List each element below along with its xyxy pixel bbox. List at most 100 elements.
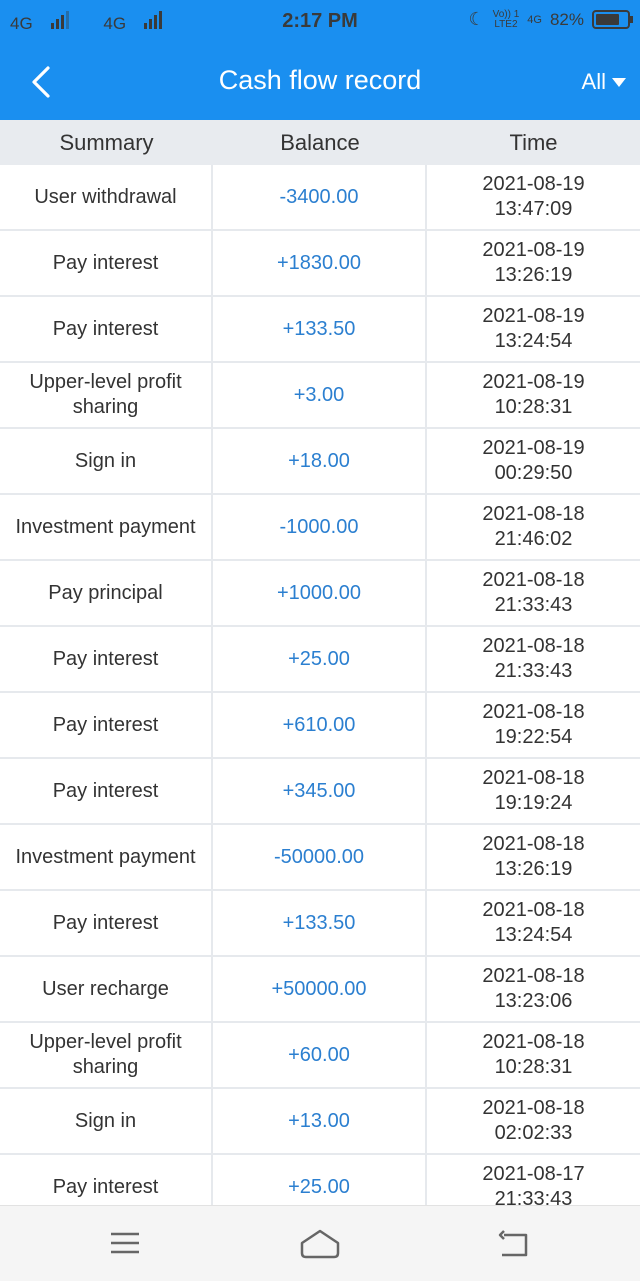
record-date: 2021-08-18: [482, 503, 585, 525]
table-row[interactable]: Pay interest +345.00 2021-08-18 19:19:24: [0, 759, 640, 825]
summary-cell: Investment payment: [0, 825, 213, 889]
record-date: 2021-08-19: [482, 305, 585, 327]
table-row[interactable]: Investment payment -1000.00 2021-08-18 21:4…: [0, 495, 640, 561]
summary-cell: User recharge: [0, 957, 213, 1021]
record-date: 2021-08-18: [482, 767, 585, 789]
back-icon[interactable]: [492, 1223, 536, 1263]
table-row[interactable]: Pay interest +25.00 2021-08-18 21:33:43: [0, 627, 640, 693]
menu-icon[interactable]: [103, 1223, 147, 1263]
moon-icon: ☾: [468, 9, 485, 29]
record-clock: 19:19:24: [494, 792, 573, 814]
record-date: 2021-08-19: [482, 239, 585, 261]
balance-cell: +1000.00: [213, 561, 427, 625]
record-date: 2021-08-18: [482, 1031, 585, 1053]
record-clock: 21:33:43: [494, 1188, 573, 1205]
summary-cell: Pay interest: [0, 297, 213, 361]
record-date: 2021-08-18: [482, 833, 585, 855]
system-nav-bar: [0, 1205, 640, 1281]
summary-cell: Pay interest: [0, 231, 213, 295]
record-date: 2021-08-18: [482, 701, 585, 723]
summary-cell: Upper-level profit sharing: [0, 363, 213, 427]
balance-cell: +60.00: [213, 1023, 427, 1087]
summary-cell: Investment payment: [0, 495, 213, 559]
status-bar: 4G 4G 2:17 PM ☾ Vo)) 1 LTE2 4G 82%: [0, 0, 640, 44]
time-cell: 2021-08-18 19:19:24: [427, 759, 640, 823]
time-cell: 2021-08-18 21:46:02: [427, 495, 640, 559]
balance-cell: +345.00: [213, 759, 427, 823]
time-cell: 2021-08-19 00:29:50: [427, 429, 640, 493]
record-clock: 13:47:09: [494, 198, 573, 220]
balance-cell: +50000.00: [213, 957, 427, 1021]
time-cell: 2021-08-19 13:26:19: [427, 231, 640, 295]
summary-cell: Pay interest: [0, 759, 213, 823]
table-row[interactable]: Upper-level profit sharing +3.00 2021-08-1…: [0, 363, 640, 429]
table-row[interactable]: Pay principal +1000.00 2021-08-18 21:33:43: [0, 561, 640, 627]
record-clock: 13:24:54: [494, 924, 573, 946]
balance-cell: +18.00: [213, 429, 427, 493]
table-row[interactable]: Pay interest +25.00 2021-08-17 21:33:43: [0, 1155, 640, 1205]
balance-cell: +25.00: [213, 627, 427, 691]
time-cell: 2021-08-19 13:24:54: [427, 297, 640, 361]
balance-cell: +25.00: [213, 1155, 427, 1205]
record-clock: 13:26:19: [494, 858, 573, 880]
table-header: Summary Balance Time: [0, 120, 640, 165]
battery-icon: [592, 10, 633, 29]
status-icons: ☾ Vo)) 1 LTE2 4G 82%: [468, 9, 633, 30]
table-row[interactable]: User recharge +50000.00 2021-08-18 13:23:06: [0, 957, 640, 1023]
table-row[interactable]: Pay interest +610.00 2021-08-18 19:22:54: [0, 693, 640, 759]
record-date: 2021-08-19: [482, 173, 585, 195]
battery-fill: [596, 14, 619, 25]
balance-cell: +610.00: [213, 693, 427, 757]
table-row[interactable]: Upper-level profit sharing +60.00 2021-08-…: [0, 1023, 640, 1089]
time-cell: 2021-08-18 13:24:54: [427, 891, 640, 955]
record-clock: 10:28:31: [494, 396, 573, 418]
lte-label: LTE2: [494, 18, 518, 30]
balance-cell: +3.00: [213, 363, 427, 427]
volte-indicator: Vo)) 1 LTE2: [493, 9, 520, 30]
summary-cell: Pay interest: [0, 693, 213, 757]
filter-dropdown[interactable]: All: [582, 69, 626, 95]
record-clock: 13:23:06: [494, 990, 573, 1012]
record-date: 2021-08-19: [482, 371, 585, 393]
time-cell: 2021-08-18 13:23:06: [427, 957, 640, 1021]
time-cell: 2021-08-18 10:28:31: [427, 1023, 640, 1087]
time-cell: 2021-08-17 21:33:43: [427, 1155, 640, 1205]
balance-cell: -1000.00: [213, 495, 427, 559]
records-list[interactable]: User withdrawal -3400.00 2021-08-19 13:47:0…: [0, 165, 640, 1205]
time-cell: 2021-08-18 19:22:54: [427, 693, 640, 757]
table-row[interactable]: Pay interest +1830.00 2021-08-19 13:26:19: [0, 231, 640, 297]
balance-cell: -3400.00: [213, 165, 427, 229]
balance-cell: +133.50: [213, 297, 427, 361]
summary-cell: User withdrawal: [0, 165, 213, 229]
record-clock: 00:29:50: [494, 462, 573, 484]
summary-cell: Pay interest: [0, 1155, 213, 1205]
summary-cell: Sign in: [0, 1089, 213, 1153]
caret-down-icon: [612, 77, 626, 87]
summary-cell: Upper-level profit sharing: [0, 1023, 213, 1087]
table-row[interactable]: Sign in +13.00 2021-08-18 02:02:33: [0, 1089, 640, 1155]
table-row[interactable]: Pay interest +133.50 2021-08-18 13:24:54: [0, 891, 640, 957]
table-row[interactable]: Investment payment -50000.00 2021-08-18 13:…: [0, 825, 640, 891]
column-time: Time: [509, 129, 558, 155]
record-clock: 21:33:43: [494, 660, 573, 682]
table-row[interactable]: User withdrawal -3400.00 2021-08-19 13:47:0…: [0, 165, 640, 231]
summary-cell: Pay interest: [0, 627, 213, 691]
record-date: 2021-08-18: [482, 1097, 585, 1119]
time-cell: 2021-08-19 10:28:31: [427, 363, 640, 427]
record-clock: 02:02:33: [494, 1122, 573, 1144]
record-clock: 13:24:54: [494, 330, 573, 352]
record-date: 2021-08-18: [482, 569, 585, 591]
record-date: 2021-08-19: [482, 437, 585, 459]
record-date: 2021-08-18: [482, 899, 585, 921]
balance-cell: +1830.00: [213, 231, 427, 295]
time-cell: 2021-08-18 02:02:33: [427, 1089, 640, 1153]
summary-cell: Pay interest: [0, 891, 213, 955]
time-cell: 2021-08-19 13:47:09: [427, 165, 640, 229]
home-icon[interactable]: [298, 1223, 342, 1263]
table-row[interactable]: Pay interest +133.50 2021-08-19 13:24:54: [0, 297, 640, 363]
table-row[interactable]: Sign in +18.00 2021-08-19 00:29:50: [0, 429, 640, 495]
app-header: Cash flow record All: [0, 44, 640, 120]
battery-percent: 82%: [549, 9, 584, 29]
summary-cell: Sign in: [0, 429, 213, 493]
summary-cell: Pay principal: [0, 561, 213, 625]
